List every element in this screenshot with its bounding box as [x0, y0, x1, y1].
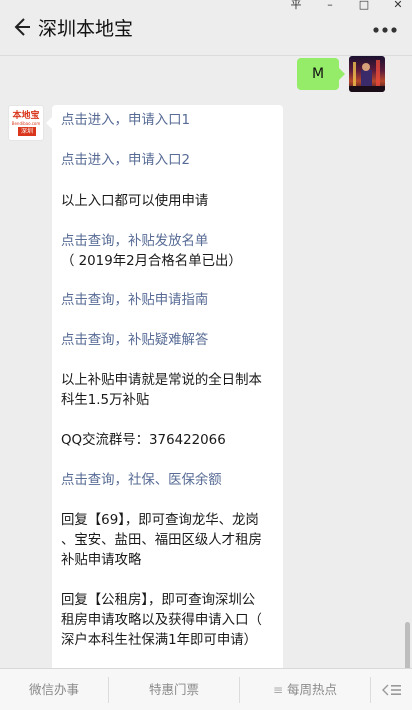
bot-message-bubble: 点击进入，申请入口1 点击进入，申请入口2 以上入口都可以使用申请 点击查询，补…: [46, 105, 283, 668]
reply-rent-line3: 深户本科生社保满1年即可申请）: [61, 633, 257, 648]
subsidy-desc-line1: 以上补贴申请就是常说的全日制本: [61, 373, 262, 388]
chat-area[interactable]: M 本地宝 Bendibao.com 深圳 点击进入，申请入口1 点击进入，申请…: [0, 56, 412, 668]
faq-link[interactable]: 点击查询，补贴疑难解答: [61, 331, 281, 351]
subsidy-list-link[interactable]: 点击查询，补贴发放名单: [61, 232, 281, 252]
menu-divider: [370, 677, 371, 703]
submenu-icon: ≡: [272, 683, 284, 697]
social-insurance-link[interactable]: 点击查询，社保、医保余额: [61, 471, 281, 491]
chat-scrollbar[interactable]: [405, 622, 410, 668]
subsidy-desc-line2: 科生1.5万补贴: [61, 393, 150, 408]
menu-item-discount-tickets[interactable]: 特惠门票: [109, 669, 239, 710]
logo-text: 本地宝: [12, 111, 40, 121]
title-bar: 平 – □ ✕ 深圳本地宝: [0, 0, 412, 56]
my-message-bubble[interactable]: M: [297, 58, 345, 90]
entry-link-2[interactable]: 点击进入，申请入口2: [61, 151, 281, 171]
pin-button[interactable]: 平: [290, 0, 302, 12]
logo-badge: 深圳: [18, 127, 36, 136]
menu-item-label: 每周热点: [287, 682, 338, 697]
more-dots-icon[interactable]: [370, 18, 400, 38]
menu-item-label: 微信办事: [28, 682, 79, 697]
maximize-button[interactable]: □: [358, 0, 370, 12]
official-account-avatar[interactable]: 本地宝 Bendibao.com 深圳: [8, 105, 44, 141]
reply-rent-line2: 租房申请攻略以及获得申请入口（: [61, 613, 262, 628]
minimize-button[interactable]: –: [324, 0, 336, 12]
reply-69-line3: 补贴申请攻略: [61, 553, 142, 568]
list-note: （ 2019年2月合格名单已出）: [61, 254, 242, 269]
back-arrow-icon[interactable]: [10, 16, 32, 38]
reply-69-line2: 、宝安、盐田、福田区级人才租房: [61, 533, 262, 548]
bottom-menu-bar: 微信办事 特惠门票 ≡ 每周热点: [0, 668, 412, 710]
menu-item-weekly-hot[interactable]: ≡ 每周热点: [240, 669, 370, 710]
entry-note: 以上入口都可以使用申请: [61, 194, 209, 209]
chat-title: 深圳本地宝: [38, 18, 134, 40]
window-controls: 平 – □ ✕: [290, 0, 404, 12]
close-button[interactable]: ✕: [392, 0, 404, 12]
my-avatar[interactable]: [349, 56, 385, 92]
menu-item-label: 特惠门票: [148, 682, 199, 697]
keyboard-toggle-icon[interactable]: [372, 669, 412, 710]
logo-small-text: Bendibao.com: [11, 121, 41, 126]
entry-link-1[interactable]: 点击进入，申请入口1: [61, 111, 281, 131]
reply-rent-line1: 回复【公租房】，即可查询深圳公: [61, 593, 256, 608]
guide-link[interactable]: 点击查询，补贴申请指南: [61, 291, 281, 311]
menu-item-wechat-services[interactable]: 微信办事: [0, 669, 108, 710]
qq-group-text: QQ交流群号：376422066: [61, 433, 226, 448]
reply-69-line1: 回复【69】，即可查询龙华、龙岗: [61, 513, 259, 528]
